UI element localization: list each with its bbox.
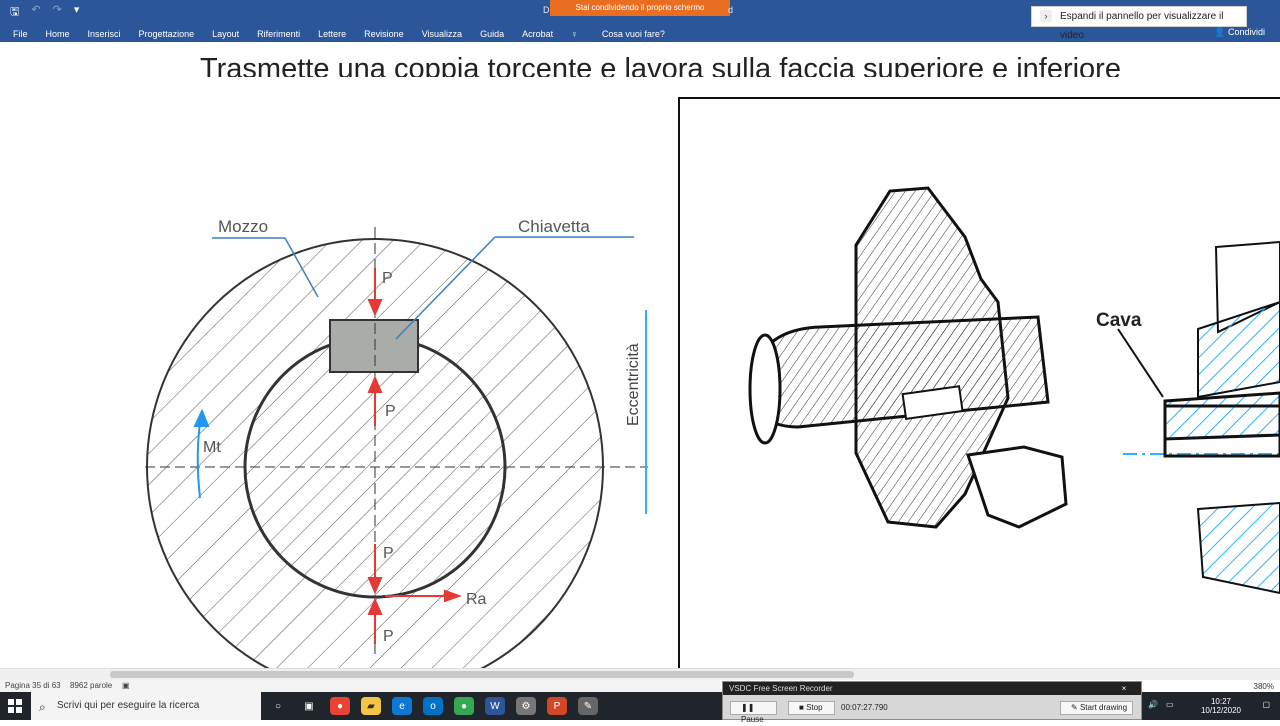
- close-icon[interactable]: ×: [1117, 682, 1131, 693]
- menu-references[interactable]: Riferimenti: [257, 29, 300, 39]
- paint-app-icon[interactable]: ✎: [578, 697, 598, 715]
- tell-me-search[interactable]: ♀ Cosa vuoi fare?: [571, 29, 683, 39]
- word-icon[interactable]: W: [485, 697, 505, 715]
- menu-layout[interactable]: Layout: [212, 29, 239, 39]
- notification-text: Espandi il pannello per visualizzare il …: [1060, 11, 1224, 41]
- clock-date: 10/12/2020: [1200, 706, 1241, 715]
- pause-icon: ❚❚: [741, 703, 755, 712]
- hub-label: Mozzo: [218, 217, 268, 236]
- menu-review[interactable]: Revisione: [364, 29, 404, 39]
- shaft-key-diagram: Mozzo Chiavetta P P P P Ra Mt Eccentrici…: [145, 217, 648, 668]
- file-explorer-icon[interactable]: ▰: [361, 697, 381, 715]
- proofing-icon[interactable]: ▣: [122, 681, 130, 690]
- menu-file[interactable]: File: [13, 29, 28, 39]
- force-label-top: P: [382, 270, 393, 287]
- start-drawing-label: Start drawing: [1079, 703, 1128, 712]
- word-count[interactable]: 8962 parole: [70, 681, 112, 690]
- screen-recorder-window: VSDC Free Screen Recorder × ❚❚ Pause ■ St…: [722, 681, 1142, 724]
- customize-toolbar-icon[interactable]: ▾: [74, 3, 80, 22]
- torque-label: Mt: [203, 439, 221, 456]
- gear-tooth: [966, 445, 1068, 529]
- cortana-icon[interactable]: ○: [268, 697, 288, 715]
- reaction-label: Ra: [466, 591, 487, 608]
- menu-view[interactable]: Visualizza: [422, 29, 462, 39]
- recording-timer: 00:07:27.790: [841, 703, 888, 712]
- pause-button[interactable]: ❚❚ Pause: [730, 701, 777, 724]
- force-label-middle: P: [385, 403, 396, 420]
- hub-profile-blue-lower: [1196, 501, 1280, 595]
- system-tray: 🔊 ▭ 10:27 10/12/2020 ▢: [1140, 692, 1280, 720]
- page-count[interactable]: Pagina 35 di 63: [5, 681, 61, 690]
- menu-insert[interactable]: Inserisci: [88, 29, 121, 39]
- system-clock[interactable]: 10:27 10/12/2020: [1201, 697, 1241, 715]
- taskbar-search-field[interactable]: ⌕ Scrivi qui per eseguire la ricerca: [31, 692, 261, 720]
- menu-help[interactable]: Guida: [480, 29, 504, 39]
- redo-icon[interactable]: ↷: [53, 3, 62, 22]
- groove-leader-line: [1117, 328, 1164, 398]
- horizontal-scroll-thumb[interactable]: [110, 671, 854, 678]
- stop-button[interactable]: ■ Stop: [788, 701, 835, 715]
- shaft-end: [748, 333, 782, 445]
- volume-icon[interactable]: 🔊: [1148, 700, 1158, 709]
- video-panel-notification[interactable]: › Espandi il pannello per visualizzare i…: [1031, 6, 1247, 41]
- person-icon: 👤: [1214, 27, 1228, 37]
- gear-assembly-illustration: Cava: [748, 186, 1280, 595]
- chrome-icon[interactable]: ●: [330, 697, 350, 715]
- hub-profile-blue-upper: [1197, 300, 1280, 399]
- notifications-icon[interactable]: ▢: [1262, 700, 1270, 709]
- menu-home[interactable]: Home: [46, 29, 70, 39]
- recorder-app-icon[interactable]: ⚙: [516, 697, 536, 715]
- word-status-bar: Pagina 35 di 63 8962 parole ▣: [0, 680, 720, 692]
- shaft-profile-blue: [1163, 391, 1280, 441]
- drawing-icon: ✎: [1071, 703, 1080, 712]
- tell-me-label: Cosa vuoi fare?: [601, 28, 665, 39]
- clock-time: 10:27: [1210, 697, 1231, 706]
- zoom-level[interactable]: 380%: [1254, 682, 1274, 691]
- stop-icon: ■: [799, 703, 807, 712]
- groove-label: Cava: [1096, 310, 1142, 331]
- task-view-icon[interactable]: ▣: [299, 697, 319, 715]
- edge-icon[interactable]: e: [392, 697, 412, 715]
- quick-access-toolbar: 🖫 ↶ ↷ ▾: [10, 3, 79, 22]
- undo-icon[interactable]: ↶: [31, 3, 40, 22]
- search-placeholder: Scrivi qui per eseguire la ricerca: [57, 700, 200, 711]
- word-title-ribbon: 🖫 ↶ ↷ ▾ D... Stai condividendo il propri…: [0, 0, 1280, 42]
- ribbon-menu: File Home Inserisci Progettazione Layout…: [13, 27, 701, 40]
- force-label-lower: P: [383, 545, 394, 562]
- recorder-title: VSDC Free Screen Recorder: [729, 684, 833, 693]
- search-icon: ⌕: [39, 700, 46, 714]
- document-title-right: d: [728, 5, 734, 15]
- windows-start-icon[interactable]: [8, 699, 22, 713]
- force-label-bottom: P: [383, 628, 394, 645]
- horizontal-scrollbar[interactable]: [0, 668, 1280, 680]
- screen-share-banner: Stai condividendo il proprio schermo: [550, 0, 730, 16]
- powerpoint-icon[interactable]: P: [547, 697, 567, 715]
- start-drawing-button[interactable]: ✎ Start drawing: [1060, 701, 1133, 715]
- chrome-secondary-icon[interactable]: ●: [454, 697, 474, 715]
- menu-mailings[interactable]: Lettere: [318, 29, 346, 39]
- lightbulb-icon: ♀: [571, 28, 578, 39]
- key-block: [329, 319, 419, 373]
- shaft-body: [753, 315, 1050, 429]
- key-label: Chiavetta: [518, 217, 590, 236]
- share-button[interactable]: 👤 Condividi: [1214, 27, 1265, 38]
- recorder-title-bar: VSDC Free Screen Recorder ×: [723, 682, 1141, 695]
- network-icon[interactable]: ▭: [1166, 700, 1174, 709]
- stop-label: Stop: [806, 703, 823, 712]
- document-canvas: Trasmette una coppia torcente e lavora s…: [0, 42, 1280, 672]
- chevron-right-icon[interactable]: ›: [1040, 10, 1052, 22]
- menu-acrobat[interactable]: Acrobat: [522, 29, 553, 39]
- menu-design[interactable]: Progettazione: [139, 29, 195, 39]
- outlook-icon[interactable]: o: [423, 697, 443, 715]
- share-label: Condividi: [1227, 27, 1265, 37]
- eccentricity-label: Eccentricità: [625, 343, 642, 426]
- save-icon[interactable]: 🖫: [10, 3, 19, 22]
- taskbar-apps: ○ ▣ ● ▰ e o ● W ⚙ P ✎: [268, 697, 598, 715]
